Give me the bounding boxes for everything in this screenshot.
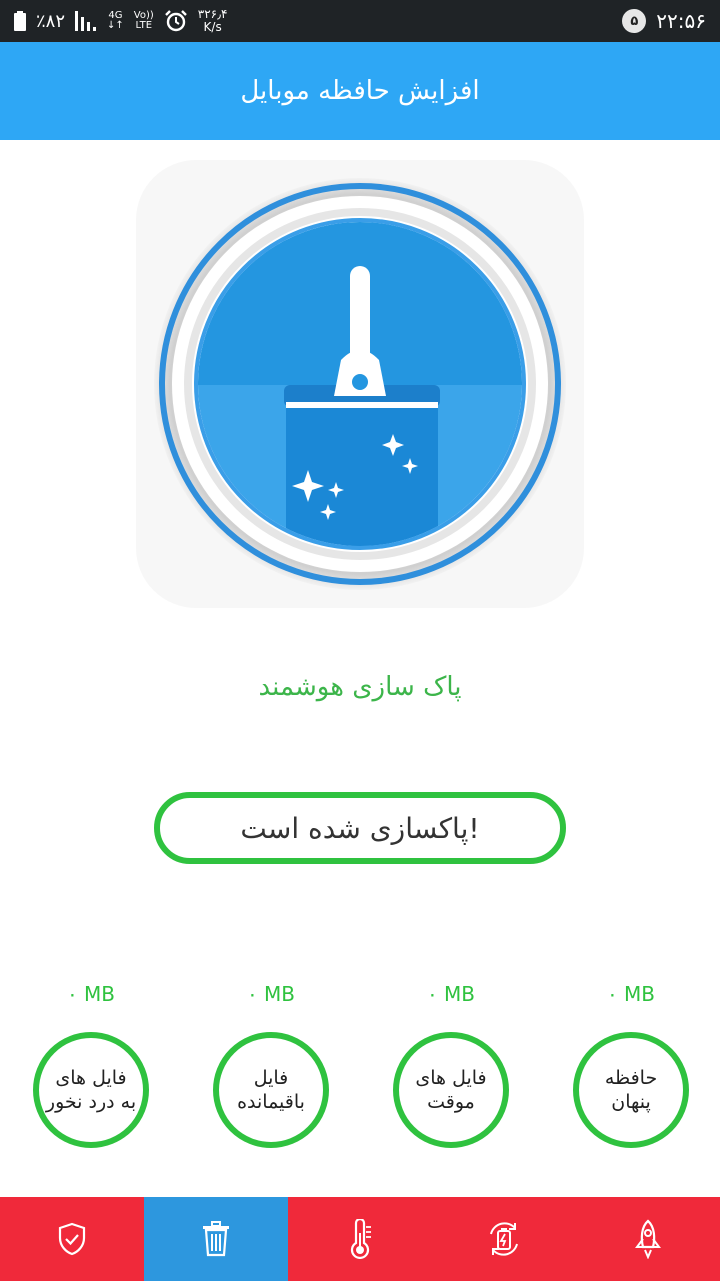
battery-refresh-icon: [490, 1222, 518, 1256]
smart-clean-label: پاک سازی هوشمند: [258, 672, 462, 702]
signal-icon: [75, 11, 97, 31]
stat-value: ۰ MB: [246, 982, 296, 1006]
clean-status-button[interactable]: پاکسازی شده است!: [154, 792, 566, 864]
thermometer-icon: [350, 1219, 371, 1259]
stat-value: ۰ MB: [426, 982, 476, 1006]
stat-junk-files[interactable]: ۰ MB فایل های به درد نخور: [26, 980, 156, 1148]
volte-indicator: Vo)) LTE: [133, 10, 154, 31]
nav-battery-saver[interactable]: [432, 1196, 576, 1281]
status-bar-left: ٪۸۲ 4G ↓↑ Vo)) LTE ۳۲۶٫۴ K/s: [14, 0, 227, 42]
status-bar-right: ۵ ۲۲:۵۶: [622, 0, 706, 42]
stat-circle[interactable]: فایل های به درد نخور: [33, 1032, 149, 1148]
stat-value: ۰ MB: [606, 982, 656, 1006]
stat-temp-files[interactable]: ۰ MB فایل های موقت: [386, 980, 516, 1148]
network-indicator: 4G ↓↑: [107, 10, 124, 31]
bottom-nav: [0, 1196, 720, 1281]
nav-cleaner[interactable]: [144, 1196, 288, 1281]
status-clock: ۲۲:۵۶: [656, 9, 706, 33]
alarm-icon: [164, 10, 187, 32]
nav-security[interactable]: [0, 1196, 144, 1281]
trash-icon: [203, 1221, 229, 1257]
stat-value: ۰ MB: [66, 982, 116, 1006]
stat-residual-files[interactable]: ۰ MB فایل باقیمانده: [206, 980, 336, 1148]
broom-cleaner-icon: [136, 160, 584, 608]
nav-cpu-cooler[interactable]: [288, 1196, 432, 1281]
stat-circle[interactable]: فایل های موقت: [393, 1032, 509, 1148]
stat-cache[interactable]: ۰ MB حافظه پنهان: [566, 980, 696, 1148]
app-bar: افزایش حافظه موبایل: [0, 42, 720, 140]
notification-badge: ۵: [622, 9, 647, 33]
cleaner-graphic[interactable]: [136, 160, 584, 608]
battery-icon: [14, 11, 26, 31]
network-speed: ۳۲۶٫۴ K/s: [197, 7, 228, 34]
shield-check-icon: [58, 1222, 86, 1256]
rocket-icon: [635, 1219, 661, 1259]
stat-circle[interactable]: حافظه پنهان: [573, 1032, 689, 1148]
status-bar: ٪۸۲ 4G ↓↑ Vo)) LTE ۳۲۶٫۴ K/s ۵ ۲۲:۵۶: [0, 0, 720, 42]
stat-circle[interactable]: فایل باقیمانده: [213, 1032, 329, 1148]
clean-status-text: پاکسازی شده است!: [240, 811, 480, 845]
battery-percent: ٪۸۲: [36, 10, 66, 32]
app-title: افزایش حافظه موبایل: [240, 76, 480, 106]
nav-booster[interactable]: [576, 1196, 720, 1281]
